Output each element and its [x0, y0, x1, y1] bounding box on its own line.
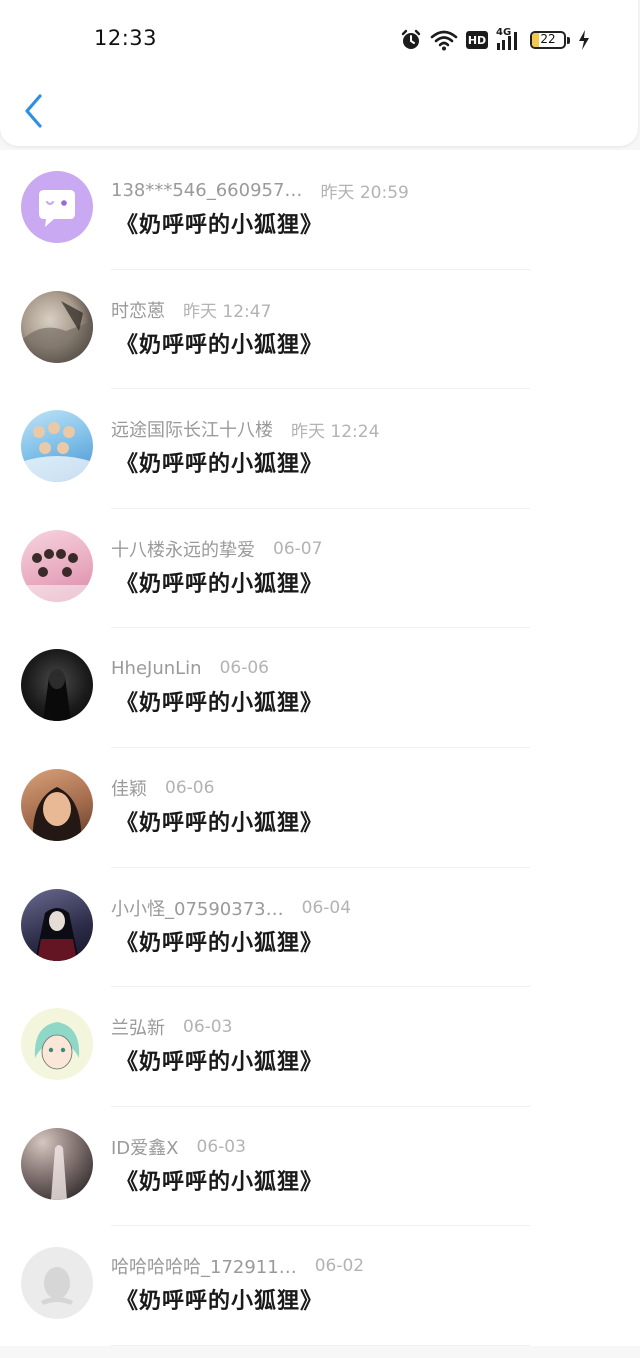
comment-text: 《奶呼呼的小狐狸》: [116, 571, 324, 597]
charging-icon: [579, 30, 589, 50]
list-item[interactable]: 佳颖 06-06 《奶呼呼的小狐狸》: [0, 748, 640, 868]
comment-meta: ID爱鑫X 06-03: [111, 1134, 246, 1160]
comment-meta: 佳颖 06-06: [111, 775, 214, 801]
status-time: 12:33: [94, 26, 158, 50]
avatar[interactable]: [21, 290, 93, 363]
photo-avatar-icon: [51, 1144, 67, 1200]
comment-text: 《奶呼呼的小狐狸》: [116, 1169, 324, 1195]
timestamp: 06-07: [273, 538, 323, 559]
back-button[interactable]: [20, 92, 50, 130]
timestamp: 昨天 12:47: [183, 302, 272, 323]
username[interactable]: 佳颖: [111, 775, 147, 801]
status-icons: HD 4G 22: [400, 26, 590, 54]
avatar[interactable]: [21, 1127, 93, 1200]
photo-avatar-icon: [43, 669, 71, 722]
comment-meta: HheJunLin 06-06: [111, 655, 269, 681]
comment-meta: 时恋蒽 昨天 12:47: [111, 297, 271, 323]
signal-icon: 4G: [496, 27, 522, 51]
battery-level: 22: [540, 32, 556, 46]
avatar[interactable]: [21, 171, 93, 243]
default-avatar-icon: [41, 1267, 73, 1306]
list-item[interactable]: 时恋蒽 昨天 12:47 《奶呼呼的小狐狸》: [0, 270, 640, 390]
comment-meta: 小小怪_07590373… 06-04: [111, 895, 351, 921]
comment-text: 《奶呼呼的小狐狸》: [116, 1050, 324, 1076]
hd-icon: HD: [466, 31, 488, 49]
battery-icon: 22: [530, 31, 566, 49]
comment-text: 《奶呼呼的小狐狸》: [116, 810, 324, 836]
username[interactable]: 时恋蒽: [111, 297, 165, 323]
avatar[interactable]: [21, 649, 93, 722]
chat-bubble-icon: [39, 190, 75, 227]
list-item[interactable]: HheJunLin 06-06 《奶呼呼的小狐狸》: [0, 628, 640, 748]
username[interactable]: 兰弘新: [111, 1014, 165, 1040]
comment-meta: 十八楼永远的挚爱 06-07: [111, 536, 322, 562]
top-bar: 12:33 HD 4G 22: [0, 0, 638, 146]
comment-text: 《奶呼呼的小狐狸》: [116, 452, 324, 478]
username[interactable]: ID爱鑫X: [111, 1134, 179, 1160]
username[interactable]: 十八楼永远的挚爱: [111, 536, 255, 562]
photo-avatar-icon: [21, 422, 93, 483]
username[interactable]: HheJunLin: [111, 658, 202, 679]
list-item[interactable]: 小小怪_07590373… 06-04 《奶呼呼的小狐狸》: [0, 868, 640, 988]
photo-avatar-icon: [32, 786, 82, 841]
comment-text: 《奶呼呼的小狐狸》: [116, 930, 324, 956]
list-item[interactable]: ID爱鑫X 06-03 《奶呼呼的小狐狸》: [0, 1107, 640, 1227]
timestamp: 06-03: [196, 1136, 246, 1157]
avatar[interactable]: [21, 888, 93, 961]
list-item[interactable]: 十八楼永远的挚爱 06-07 《奶呼呼的小狐狸》: [0, 509, 640, 629]
chevron-left-icon: [25, 94, 42, 128]
username[interactable]: 138***546_660957…: [111, 180, 302, 201]
photo-avatar-icon: [35, 907, 79, 961]
username[interactable]: 远途国际长江十八楼: [111, 416, 273, 442]
avatar[interactable]: [21, 410, 93, 483]
divider: [111, 1344, 530, 1346]
avatar[interactable]: [21, 529, 93, 602]
photo-avatar-icon: [34, 1022, 80, 1070]
timestamp: 昨天 20:59: [320, 182, 409, 203]
list-item[interactable]: 远途国际长江十八楼 昨天 12:24 《奶呼呼的小狐狸》: [0, 389, 640, 509]
comment-list: 138***546_660957… 昨天 20:59 《奶呼呼的小狐狸》 时恋蒽…: [0, 150, 640, 1346]
timestamp: 06-06: [165, 777, 215, 798]
photo-avatar-icon: [21, 548, 93, 602]
username[interactable]: 哈哈哈哈哈_172911…: [111, 1253, 297, 1279]
comment-text: 《奶呼呼的小狐狸》: [116, 1289, 324, 1315]
list-item[interactable]: 哈哈哈哈哈_172911… 06-02 《奶呼呼的小狐狸》: [0, 1226, 640, 1346]
timestamp: 06-04: [301, 897, 352, 918]
comment-meta: 远途国际长江十八楼 昨天 12:24: [111, 416, 379, 442]
avatar[interactable]: [21, 1008, 93, 1081]
avatar[interactable]: [21, 1247, 93, 1320]
comment-meta: 兰弘新 06-03: [111, 1014, 232, 1040]
username[interactable]: 小小怪_07590373…: [111, 895, 284, 921]
comment-text: 《奶呼呼的小狐狸》: [116, 691, 324, 717]
alarm-icon: [401, 29, 421, 49]
hd-label: HD: [467, 33, 487, 47]
list-item[interactable]: 138***546_660957… 昨天 20:59 《奶呼呼的小狐狸》: [0, 150, 640, 270]
wifi-icon: [430, 30, 458, 51]
timestamp: 06-03: [183, 1017, 233, 1038]
comment-text: 《奶呼呼的小狐狸》: [116, 332, 324, 358]
comment-meta: 138***546_660957… 昨天 20:59: [111, 177, 409, 203]
avatar[interactable]: [21, 768, 93, 841]
timestamp: 06-06: [219, 658, 269, 679]
comment-meta: 哈哈哈哈哈_172911… 06-02: [111, 1253, 364, 1279]
comment-text: 《奶呼呼的小狐狸》: [116, 213, 324, 238]
list-item[interactable]: 兰弘新 06-03 《奶呼呼的小狐狸》: [0, 987, 640, 1107]
timestamp: 06-02: [314, 1256, 365, 1277]
timestamp: 昨天 12:24: [291, 421, 380, 442]
photo-avatar-icon: [21, 300, 93, 363]
